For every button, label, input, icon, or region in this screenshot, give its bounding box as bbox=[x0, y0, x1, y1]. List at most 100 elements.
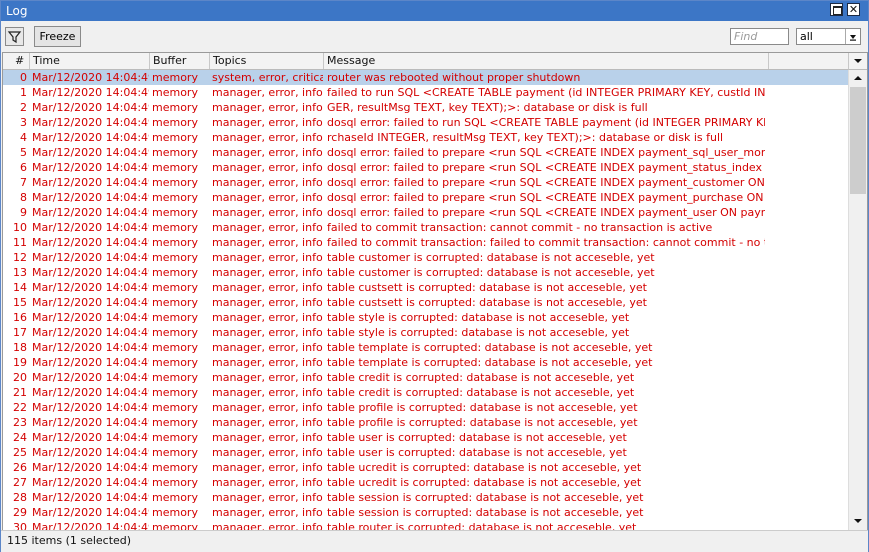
row-time: Mar/12/2020 14:04:49 bbox=[32, 131, 149, 144]
toolbar: Freeze all bbox=[1, 22, 868, 51]
row-buffer: memory bbox=[152, 116, 198, 129]
row-topics: manager, error, info, ... bbox=[212, 386, 323, 399]
row-buffer: memory bbox=[152, 431, 198, 444]
scroll-up-icon[interactable] bbox=[851, 71, 865, 85]
table-row[interactable]: 18 Mar/12/2020 14:04:49 memory manager, err… bbox=[3, 340, 848, 355]
find-input[interactable] bbox=[730, 28, 789, 45]
table-row[interactable]: 26 Mar/12/2020 14:04:49 memory manager, err… bbox=[3, 460, 848, 475]
row-message: failed to run SQL <CREATE TABLE payment … bbox=[327, 86, 765, 99]
row-time: Mar/12/2020 14:04:49 bbox=[32, 296, 149, 309]
table-row[interactable]: 23 Mar/12/2020 14:04:49 memory manager, err… bbox=[3, 415, 848, 430]
table-row[interactable]: 1 Mar/12/2020 14:04:49 memory manager, erro… bbox=[3, 85, 848, 100]
freeze-button[interactable]: Freeze bbox=[34, 26, 81, 47]
dropdown-arrow-icon[interactable] bbox=[845, 29, 860, 44]
row-message: table session is corrupted: database is … bbox=[327, 506, 644, 519]
row-number: 13 bbox=[13, 266, 27, 279]
row-time: Mar/12/2020 14:04:49 bbox=[32, 446, 149, 459]
table-row[interactable]: 3 Mar/12/2020 14:04:49 memory manager, erro… bbox=[3, 115, 848, 130]
table-row[interactable]: 5 Mar/12/2020 14:04:49 memory manager, erro… bbox=[3, 145, 848, 160]
table-row[interactable]: 24 Mar/12/2020 14:04:49 memory manager, err… bbox=[3, 430, 848, 445]
row-time: Mar/12/2020 14:04:49 bbox=[32, 191, 149, 204]
table-row[interactable]: 11 Mar/12/2020 14:04:49 memory manager, err… bbox=[3, 235, 848, 250]
row-topics: manager, error, info, ... bbox=[212, 326, 323, 339]
row-message: table style is corrupted: database is no… bbox=[327, 311, 630, 324]
row-number: 11 bbox=[13, 236, 27, 249]
table-row[interactable]: 15 Mar/12/2020 14:04:49 memory manager, err… bbox=[3, 295, 848, 310]
row-number: 28 bbox=[13, 491, 27, 504]
row-topics: manager, error, info, ... bbox=[212, 266, 323, 279]
row-time: Mar/12/2020 14:04:49 bbox=[32, 506, 149, 519]
table-row[interactable]: 6 Mar/12/2020 14:04:49 memory manager, erro… bbox=[3, 160, 848, 175]
row-number: 23 bbox=[13, 416, 27, 429]
table-row[interactable]: 22 Mar/12/2020 14:04:49 memory manager, err… bbox=[3, 400, 848, 415]
row-topics: system, error, critical bbox=[212, 71, 323, 84]
row-topics: manager, error, info, ... bbox=[212, 206, 323, 219]
row-time: Mar/12/2020 14:04:49 bbox=[32, 251, 149, 264]
row-message: table template is corrupted: database is… bbox=[327, 356, 653, 369]
scrollbar-thumb[interactable] bbox=[850, 87, 866, 194]
column-header-number[interactable]: # bbox=[15, 54, 24, 67]
row-time: Mar/12/2020 14:04:49 bbox=[32, 86, 149, 99]
row-message: table ucredit is corrupted: database is … bbox=[327, 476, 642, 489]
row-topics: manager, error, info, ... bbox=[212, 461, 323, 474]
table-row[interactable]: 2 Mar/12/2020 14:04:49 memory manager, erro… bbox=[3, 100, 848, 115]
table-header: # Time Buffer Topics Message bbox=[3, 53, 848, 70]
row-topics: manager, error, info, ... bbox=[212, 311, 323, 324]
table-row[interactable]: 20 Mar/12/2020 14:04:49 memory manager, err… bbox=[3, 370, 848, 385]
column-menu-button[interactable] bbox=[848, 53, 867, 70]
table-row[interactable]: 8 Mar/12/2020 14:04:49 memory manager, erro… bbox=[3, 190, 848, 205]
row-time: Mar/12/2020 14:04:49 bbox=[32, 461, 149, 474]
row-number: 27 bbox=[13, 476, 27, 489]
row-buffer: memory bbox=[152, 146, 198, 159]
table-row[interactable]: 4 Mar/12/2020 14:04:49 memory manager, erro… bbox=[3, 130, 848, 145]
row-topics: manager, error, info, ... bbox=[212, 356, 323, 369]
row-time: Mar/12/2020 14:04:49 bbox=[32, 146, 149, 159]
scroll-down-icon[interactable] bbox=[851, 514, 865, 528]
table-row[interactable]: 13 Mar/12/2020 14:04:49 memory manager, err… bbox=[3, 265, 848, 280]
row-message: table customer is corrupted: database is… bbox=[327, 251, 655, 264]
row-time: Mar/12/2020 14:04:49 bbox=[32, 221, 149, 234]
column-header-message[interactable]: Message bbox=[327, 54, 375, 67]
row-number: 1 bbox=[20, 86, 27, 99]
table-row[interactable]: 19 Mar/12/2020 14:04:49 memory manager, err… bbox=[3, 355, 848, 370]
row-time: Mar/12/2020 14:04:49 bbox=[32, 281, 149, 294]
table-row[interactable]: 25 Mar/12/2020 14:04:49 memory manager, err… bbox=[3, 445, 848, 460]
row-message: table custsett is corrupted: database is… bbox=[327, 281, 647, 294]
row-number: 16 bbox=[13, 311, 27, 324]
row-message: dosql error: failed to run SQL <CREATE T… bbox=[327, 116, 765, 129]
column-header-buffer[interactable]: Buffer bbox=[153, 54, 186, 67]
row-topics: manager, error, info, ... bbox=[212, 446, 323, 459]
column-header-time[interactable]: Time bbox=[33, 54, 60, 67]
row-number: 12 bbox=[13, 251, 27, 264]
buffer-select[interactable]: all bbox=[796, 28, 861, 45]
table-row[interactable]: 9 Mar/12/2020 14:04:49 memory manager, erro… bbox=[3, 205, 848, 220]
row-number: 15 bbox=[13, 296, 27, 309]
row-message: dosql error: failed to prepare <run SQL … bbox=[327, 206, 765, 219]
row-buffer: memory bbox=[152, 296, 198, 309]
table-row[interactable]: 30 Mar/12/2020 14:04:49 memory manager, err… bbox=[3, 520, 848, 530]
maximize-icon[interactable] bbox=[830, 3, 843, 16]
table-row[interactable]: 21 Mar/12/2020 14:04:49 memory manager, err… bbox=[3, 385, 848, 400]
table-row[interactable]: 17 Mar/12/2020 14:04:49 memory manager, err… bbox=[3, 325, 848, 340]
row-topics: manager, error, info, ... bbox=[212, 191, 323, 204]
row-buffer: memory bbox=[152, 161, 198, 174]
row-time: Mar/12/2020 14:04:49 bbox=[32, 491, 149, 504]
row-topics: manager, error, info, ... bbox=[212, 116, 323, 129]
table-row[interactable]: 16 Mar/12/2020 14:04:49 memory manager, err… bbox=[3, 310, 848, 325]
table-row[interactable]: 29 Mar/12/2020 14:04:49 memory manager, err… bbox=[3, 505, 848, 520]
vertical-scrollbar[interactable] bbox=[848, 70, 867, 530]
table-row[interactable]: 0 Mar/12/2020 14:04:49 memory system, error… bbox=[3, 70, 848, 85]
filter-button[interactable] bbox=[5, 27, 24, 46]
table-row[interactable]: 28 Mar/12/2020 14:04:49 memory manager, err… bbox=[3, 490, 848, 505]
close-icon[interactable]: ✕ bbox=[847, 3, 860, 16]
row-topics: manager, error, info, ... bbox=[212, 281, 323, 294]
row-buffer: memory bbox=[152, 356, 198, 369]
column-header-topics[interactable]: Topics bbox=[213, 54, 246, 67]
table-row[interactable]: 12 Mar/12/2020 14:04:49 memory manager, err… bbox=[3, 250, 848, 265]
table-row[interactable]: 27 Mar/12/2020 14:04:49 memory manager, err… bbox=[3, 475, 848, 490]
table-row[interactable]: 7 Mar/12/2020 14:04:49 memory manager, erro… bbox=[3, 175, 848, 190]
table-row[interactable]: 10 Mar/12/2020 14:04:49 memory manager, err… bbox=[3, 220, 848, 235]
title-bar[interactable]: Log ✕ bbox=[1, 1, 868, 21]
table-row[interactable]: 14 Mar/12/2020 14:04:49 memory manager, err… bbox=[3, 280, 848, 295]
row-topics: manager, error, info, ... bbox=[212, 521, 323, 530]
